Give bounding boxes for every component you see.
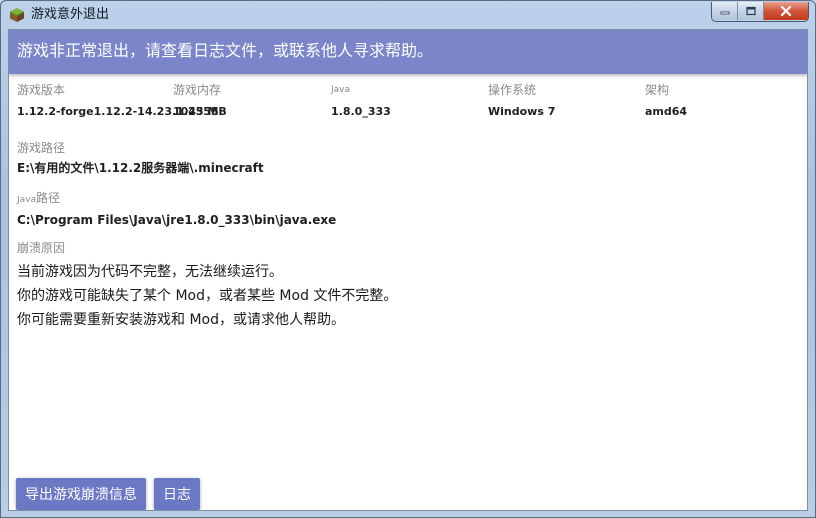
crash-window: 游戏意外退出 游戏非正常退出，请查看日志文件，或联系他人寻求帮助。 游戏版本 1… [0, 0, 816, 518]
java-path-label-suffix: 路径 [36, 191, 61, 205]
error-message: 游戏非正常退出，请查看日志文件，或联系他人寻求帮助。 [17, 41, 434, 60]
crash-reason-text: 当前游戏因为代码不完整，无法继续运行。 你的游戏可能缺失了某个 Mod，或者某些… [17, 260, 397, 332]
arch-value: amd64 [645, 105, 688, 118]
maximize-button[interactable] [738, 2, 764, 20]
crash-reason-line: 你可能需要重新安装游戏和 Mod，或请求他人帮助。 [17, 312, 345, 328]
java-path-label: Java路径 [17, 190, 336, 208]
arch-label: 架构 [645, 83, 670, 97]
arch-col: 架构 amd64 [645, 82, 687, 120]
crash-reason-line: 当前游戏因为代码不完整，无法继续运行。 [17, 264, 283, 280]
java-path-label-prefix: Java [17, 195, 37, 205]
system-info: 游戏版本 1.12.2-forge1.12.2-14.23.1.2555 游戏内… [17, 82, 797, 122]
game-path-value: E:\有用的文件\1.12.2服务器端\.minecraft [17, 161, 264, 175]
close-icon [780, 5, 792, 17]
game-path-label: 游戏路径 [17, 141, 66, 155]
os-col: 操作系统 Windows 7 [488, 82, 555, 120]
java-path-section: Java路径 C:\Program Files\Java\jre1.8.0_33… [17, 190, 336, 228]
error-banner: 游戏非正常退出，请查看日志文件，或联系他人寻求帮助。 [9, 30, 807, 74]
log-button[interactable]: 日志 [154, 478, 200, 510]
minecraft-grass-block-icon [10, 8, 24, 22]
java-path-value: C:\Program Files\Java\jre1.8.0_333\bin\j… [17, 213, 337, 227]
os-value: Windows 7 [488, 105, 556, 118]
minimize-icon [720, 11, 729, 15]
title-bar[interactable]: 游戏意外退出 [1, 1, 815, 29]
game-path-section: 游戏路径 E:\有用的文件\1.12.2服务器端\.minecraft [17, 140, 264, 176]
maximize-icon [745, 6, 756, 16]
java-version-label: Java [331, 85, 351, 95]
close-button[interactable] [764, 2, 808, 20]
crash-reason-section: 崩溃原因 当前游戏因为代码不完整，无法继续运行。 你的游戏可能缺失了某个 Mod… [17, 240, 397, 332]
crash-reason-label: 崩溃原因 [17, 241, 66, 255]
java-version-value: 1.8.0_333 [331, 105, 391, 118]
game-memory-value: 1043 MB [173, 105, 227, 118]
export-crash-info-button[interactable]: 导出游戏崩溃信息 [16, 478, 146, 510]
content-area: 游戏非正常退出，请查看日志文件，或联系他人寻求帮助。 游戏版本 1.12.2-f… [8, 29, 808, 511]
minimize-button[interactable] [712, 2, 738, 20]
crash-reason-line: 你的游戏可能缺失了某个 Mod，或者某些 Mod 文件不完整。 [17, 288, 398, 304]
window-controls [711, 2, 809, 22]
game-memory-col: 游戏内存 1043 MB [173, 82, 227, 120]
java-version-col: Java 1.8.0_333 [331, 82, 391, 120]
os-label: 操作系统 [488, 83, 537, 97]
game-memory-label: 游戏内存 [173, 83, 222, 97]
window-title: 游戏意外退出 [31, 7, 110, 22]
